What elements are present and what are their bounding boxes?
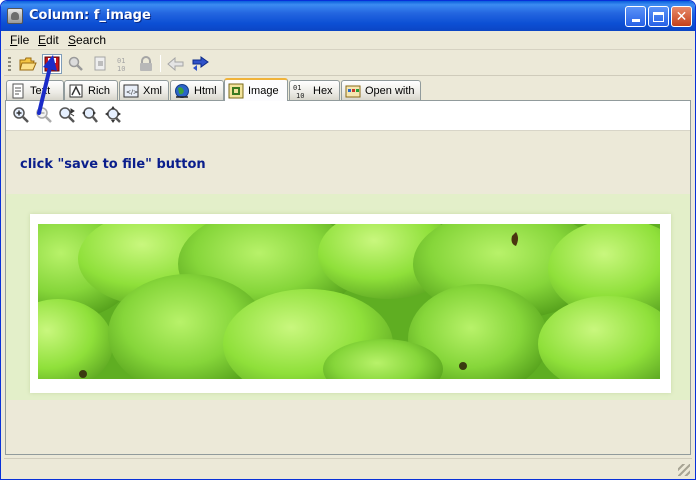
menu-search-label: earch xyxy=(76,33,107,47)
maximize-icon xyxy=(653,11,664,22)
xml-icon: </> xyxy=(123,83,139,99)
zoom-in-button[interactable] xyxy=(12,106,30,124)
menu-file[interactable]: File xyxy=(10,33,29,47)
tab-hex-label: Hex xyxy=(313,84,333,97)
lock-button[interactable] xyxy=(136,54,156,74)
tab-html-label: Html xyxy=(194,84,217,97)
maximize-button[interactable] xyxy=(648,6,669,27)
window-title: Column: f_image xyxy=(29,8,151,23)
image-frame xyxy=(30,214,671,393)
toolbar-grip[interactable] xyxy=(8,57,11,71)
view-tabs: Text Rich </> Xml Html Image 01 10 Hex O… xyxy=(4,78,692,101)
open-with-icon xyxy=(345,83,361,99)
annotation-text: click "save to file" button xyxy=(20,157,206,172)
binary-icon: 01 10 xyxy=(117,57,125,72)
annotation-arrow xyxy=(37,55,57,115)
copy-button[interactable] xyxy=(90,54,110,74)
lock-icon xyxy=(140,56,152,71)
text-doc-icon xyxy=(10,83,26,99)
app-window: Column: f_image ✕ File Edit Search 01 10… xyxy=(0,0,696,480)
back-button[interactable] xyxy=(166,54,186,74)
svg-text:10: 10 xyxy=(296,92,304,99)
menu-search-mnemonic: S xyxy=(68,33,77,47)
menu-edit-label: dit xyxy=(46,33,59,47)
image-canvas xyxy=(6,194,690,400)
menu-edit[interactable]: Edit xyxy=(38,33,59,47)
tab-open-with[interactable]: Open with xyxy=(341,80,421,100)
forward-button[interactable] xyxy=(190,54,210,74)
minimize-icon xyxy=(631,19,640,22)
title-bar[interactable]: Column: f_image ✕ xyxy=(1,1,695,31)
zoom-actual-button[interactable] xyxy=(104,106,122,124)
zoom-width-button[interactable] xyxy=(81,106,99,124)
tab-open-with-label: Open with xyxy=(365,84,415,97)
tab-rich[interactable]: Rich xyxy=(64,80,118,100)
svg-text:01: 01 xyxy=(293,84,301,92)
tab-rich-label: Rich xyxy=(88,84,111,97)
menu-edit-mnemonic: E xyxy=(38,33,47,47)
menu-bar: File Edit Search xyxy=(4,31,692,50)
pears-photo xyxy=(38,224,660,379)
copy-icon xyxy=(94,56,106,71)
tab-hex[interactable]: 01 10 Hex xyxy=(289,80,340,100)
zoom-width-icon xyxy=(82,107,98,123)
resize-grip-icon[interactable] xyxy=(678,464,690,476)
tab-image[interactable]: Image xyxy=(224,78,288,101)
tab-html[interactable]: Html xyxy=(170,80,224,100)
menu-search[interactable]: Search xyxy=(68,33,106,47)
zoom-actual-icon xyxy=(105,106,121,123)
tab-xml[interactable]: </> Xml xyxy=(119,80,169,100)
hex-icon: 01 10 xyxy=(293,83,309,100)
close-button[interactable]: ✕ xyxy=(671,6,692,27)
svg-text:01: 01 xyxy=(117,57,125,65)
tab-image-label: Image xyxy=(248,84,279,97)
html-globe-icon xyxy=(174,83,190,99)
binary-button[interactable]: 01 10 xyxy=(114,54,134,74)
svg-text:10: 10 xyxy=(117,65,125,72)
image-view-panel: click "save to file" button xyxy=(5,55,691,455)
close-icon: ✕ xyxy=(675,8,688,25)
back-arrow-icon xyxy=(167,57,184,71)
zoom-in-icon xyxy=(13,107,29,123)
main-toolbar: 01 10 xyxy=(4,51,692,76)
zoom-toolbar xyxy=(6,101,690,131)
minimize-button[interactable] xyxy=(625,6,646,27)
status-bar xyxy=(4,458,692,478)
tab-xml-label: Xml xyxy=(143,84,162,97)
app-icon[interactable] xyxy=(7,8,23,24)
svg-text:</>: </> xyxy=(126,89,138,96)
image-icon xyxy=(228,83,244,99)
forward-arrow-icon xyxy=(192,56,209,71)
toolbar-separator xyxy=(160,55,161,72)
menu-file-label: ile xyxy=(17,33,30,47)
